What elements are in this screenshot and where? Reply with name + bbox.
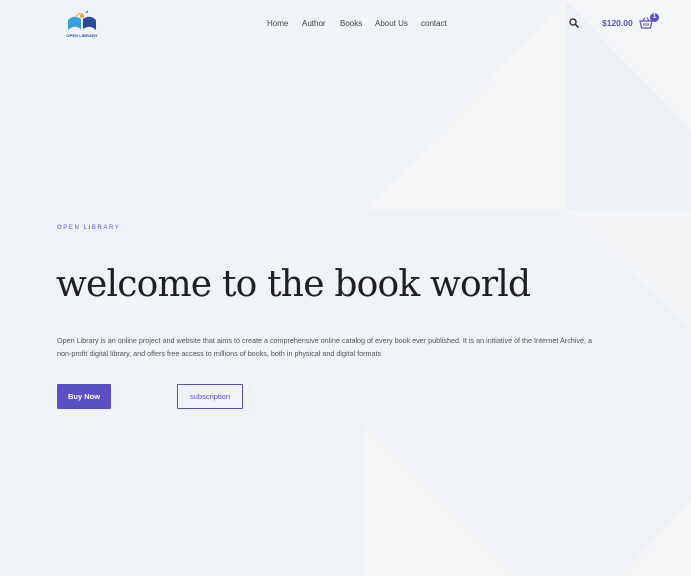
logo[interactable]: OPEN LIBRARY bbox=[62, 10, 102, 40]
cart-total[interactable]: $120.00 bbox=[602, 18, 633, 28]
nav-books[interactable]: Books bbox=[340, 19, 362, 28]
logo-text: OPEN LIBRARY bbox=[66, 33, 98, 38]
search-icon[interactable] bbox=[568, 16, 580, 28]
nav-about-us[interactable]: About Us bbox=[375, 19, 408, 28]
hero-eyebrow: OPEN LIBRARY bbox=[57, 225, 121, 231]
book-logo-icon bbox=[68, 10, 96, 30]
subscription-button[interactable]: subscription bbox=[177, 384, 243, 409]
nav-home[interactable]: Home bbox=[267, 19, 288, 28]
cart-count-badge: 1 bbox=[650, 13, 659, 22]
buy-now-button[interactable]: Buy Now bbox=[57, 384, 111, 409]
hero-description: Open Library is an online project and we… bbox=[57, 336, 592, 358]
site-header: OPEN LIBRARY Home Author Books About Us … bbox=[0, 0, 691, 48]
nav-author[interactable]: Author bbox=[302, 19, 326, 28]
hero-title: welcome to the book world bbox=[56, 264, 531, 305]
nav-contact[interactable]: contact bbox=[421, 19, 447, 28]
